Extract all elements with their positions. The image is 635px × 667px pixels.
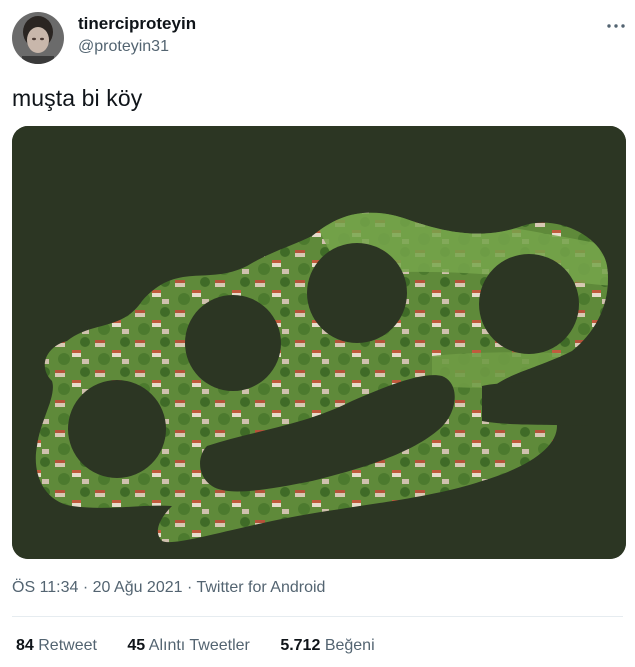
tweet-stats: 84 Retweet 45 Alıntı Tweetler 5.712 Beğe… — [16, 637, 401, 655]
tweet-image[interactable] — [12, 126, 626, 559]
tweet-source[interactable]: Twitter for Android — [196, 579, 325, 596]
quote-stat[interactable]: 45 Alıntı Tweetler — [127, 637, 249, 655]
avatar[interactable] — [12, 12, 64, 64]
user-handle[interactable]: @proteyin31 — [78, 38, 169, 56]
like-label: Beğeni — [324, 637, 375, 654]
tweet: tinerciproteyin @proteyin31 muşta bi köy — [0, 0, 635, 667]
like-stat[interactable]: 5.712 Beğeni — [280, 637, 374, 655]
retweet-stat[interactable]: 84 Retweet — [16, 637, 97, 655]
quote-label: Alıntı Tweetler — [148, 637, 250, 654]
retweet-count: 84 — [16, 637, 34, 654]
quote-count: 45 — [127, 637, 146, 654]
more-dots-icon[interactable] — [604, 16, 628, 36]
tweet-text: muşta bi köy — [12, 85, 143, 111]
meta-separator: · — [186, 579, 193, 596]
like-count: 5.712 — [280, 637, 321, 654]
tweet-meta: ÖS 11:34 · 20 Ağu 2021 · Twitter for And… — [12, 579, 325, 597]
retweet-label: Retweet — [38, 637, 97, 654]
tweet-time[interactable]: ÖS 11:34 — [12, 579, 78, 596]
meta-separator: · — [82, 579, 89, 596]
divider — [12, 616, 623, 617]
display-name[interactable]: tinerciproteyin — [78, 14, 196, 34]
tweet-date[interactable]: 20 Ağu 2021 — [93, 579, 183, 596]
